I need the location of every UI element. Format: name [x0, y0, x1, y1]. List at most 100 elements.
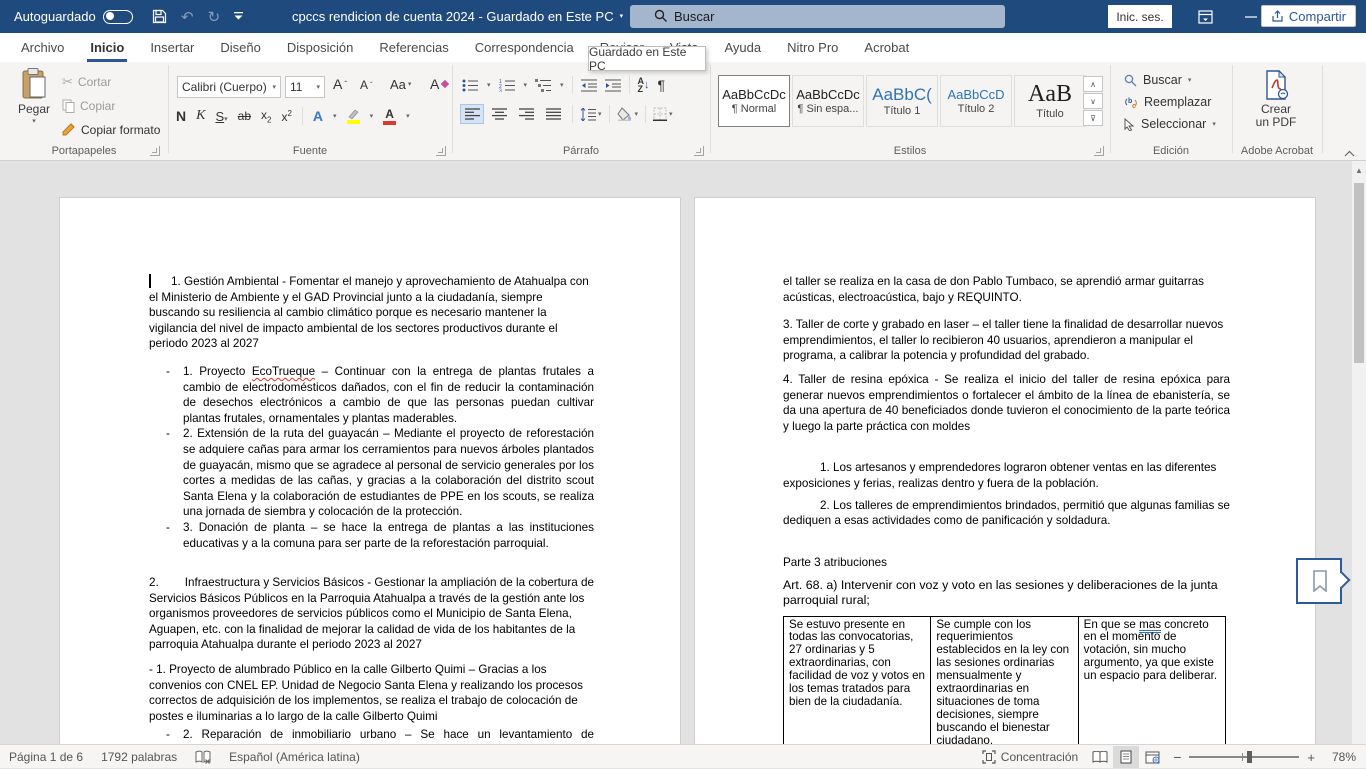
clipboard-group-label: Portapapeles — [0, 145, 168, 157]
highlight-button[interactable] — [347, 109, 360, 124]
clear-formatting-button[interactable]: A — [430, 76, 450, 92]
tab-ayuda[interactable]: Ayuda — [711, 33, 774, 62]
line-spacing-button[interactable]: ▾ — [580, 108, 602, 121]
select-button[interactable]: Seleccionar▾ — [1124, 117, 1216, 131]
zoom-thumb[interactable] — [1247, 751, 1252, 763]
create-pdf-button[interactable]: Crear un PDF — [1242, 70, 1310, 129]
save-icon[interactable] — [152, 9, 167, 24]
styles-dialog-launcher[interactable] — [1094, 146, 1104, 156]
editing-group-label: Edición — [1110, 145, 1232, 157]
style-t-tulo-1[interactable]: AaBbC(Título 1 — [866, 75, 938, 127]
shading-button[interactable]: ▾ — [617, 107, 639, 121]
vertical-scrollbar[interactable]: ▲ — [1352, 161, 1366, 744]
zoom-percentage[interactable]: 78% — [1323, 745, 1360, 769]
grow-font-button[interactable]: Aˆ — [333, 76, 347, 92]
clipboard-dialog-launcher[interactable] — [150, 146, 160, 156]
ribbon-display-options-icon[interactable] — [1190, 0, 1220, 33]
scrollbar-thumb[interactable] — [1354, 183, 1364, 363]
language-indicator[interactable]: Español (América latina) — [220, 745, 369, 769]
tab-correspondencia[interactable]: Correspondencia — [462, 33, 587, 62]
read-mode-button[interactable] — [1087, 746, 1113, 768]
align-left-button[interactable] — [460, 104, 484, 124]
styles-scroll-down-icon[interactable]: ∨ — [1083, 93, 1103, 109]
resume-reading-bookmark[interactable] — [1296, 558, 1342, 604]
scroll-up-icon[interactable]: ▲ — [1352, 163, 1366, 177]
tab-insertar[interactable]: Insertar — [137, 33, 207, 62]
strikethrough-button[interactable]: ab — [238, 109, 251, 123]
font-name-combo[interactable]: Calibri (Cuerpo)▾ — [177, 76, 281, 98]
collapse-ribbon-icon[interactable] — [1344, 150, 1355, 157]
copy-button[interactable]: Copiar — [62, 96, 115, 116]
underline-button[interactable]: S▾ — [215, 109, 227, 124]
style--sin-espa-[interactable]: AaBbCcDc¶ Sin espa... — [792, 75, 864, 127]
table-cell[interactable]: Se estuvo presente en todas las convocat… — [784, 616, 931, 744]
paragraph-dialog-launcher[interactable] — [694, 146, 704, 156]
document-title[interactable]: cpccs rendicion de cuenta 2024 - Guardad… — [292, 0, 623, 33]
table-cell[interactable]: Se cumple con los requerimientos estable… — [931, 616, 1078, 744]
autosave-toggle[interactable] — [103, 10, 133, 24]
align-center-button[interactable] — [487, 104, 511, 124]
sort-button[interactable]: AZ↓ — [638, 77, 650, 93]
justify-button[interactable] — [541, 104, 565, 124]
redo-icon[interactable]: ↻ — [208, 8, 221, 26]
page-number-indicator[interactable]: Página 1 de 6 — [0, 745, 92, 769]
replace-button[interactable]: bc Reemplazar — [1124, 95, 1211, 109]
undo-icon[interactable]: ↶ — [181, 8, 194, 26]
tab-nitro-pro[interactable]: Nitro Pro — [774, 33, 851, 62]
tab-acrobat[interactable]: Acrobat — [851, 33, 922, 62]
cut-button[interactable]: ✂Cortar — [62, 72, 111, 92]
text-effects-button[interactable]: A — [313, 108, 323, 124]
superscript-button[interactable]: x2 — [281, 109, 291, 124]
word-count-indicator[interactable]: 1792 palabras — [92, 745, 186, 769]
paragraph-group-label: Párrafo — [452, 145, 710, 157]
zoom-out-icon[interactable]: − — [1173, 749, 1181, 765]
focus-mode-button[interactable]: Concentración — [973, 745, 1087, 769]
quick-access-toolbar-menu-icon[interactable] — [234, 12, 243, 21]
show-formatting-button[interactable]: ¶ — [658, 77, 666, 93]
paragraph: 4. Taller de resina epóxica - Se realiza… — [783, 372, 1230, 434]
change-case-button[interactable]: Aa▾ — [390, 77, 411, 92]
print-layout-button[interactable] — [1113, 746, 1139, 768]
share-button[interactable]: Compartir — [1261, 5, 1356, 27]
format-painter-button[interactable]: Copiar formato — [62, 120, 160, 140]
font-size-combo[interactable]: 11▾ — [285, 76, 325, 98]
find-button[interactable]: Buscar▾ — [1124, 73, 1191, 87]
multilevel-list-button[interactable] — [535, 79, 552, 92]
zoom-slider[interactable]: − + — [1173, 749, 1315, 765]
sign-in-button[interactable]: Inic. ses. — [1108, 5, 1172, 28]
bullets-button[interactable] — [462, 79, 479, 92]
align-right-button[interactable] — [514, 104, 538, 124]
page-2[interactable]: el taller se realiza en la casa de don P… — [694, 197, 1316, 744]
zoom-in-icon[interactable]: + — [1307, 750, 1315, 765]
shrink-font-button[interactable]: Aˇ — [360, 78, 373, 92]
style-t-tulo-2[interactable]: AaBbCcDTítulo 2 — [940, 75, 1012, 127]
page-1[interactable]: 1. Gestión Ambiental - Fomentar el manej… — [59, 197, 681, 744]
styles-scroll-up-icon[interactable]: ∧ — [1083, 76, 1103, 92]
tab-dise-o[interactable]: Diseño — [207, 33, 273, 62]
paste-button[interactable]: Pegar ▾ — [10, 68, 58, 125]
tab-disposici-n[interactable]: Disposición — [274, 33, 366, 62]
attributions-table[interactable]: Se estuvo presente en todas las convocat… — [783, 616, 1226, 745]
decrease-indent-button[interactable] — [581, 79, 597, 92]
document-canvas[interactable]: 1. Gestión Ambiental - Fomentar el manej… — [0, 161, 1366, 744]
web-layout-button[interactable] — [1139, 746, 1165, 768]
style-t-tulo[interactable]: AaBTítulo — [1014, 75, 1086, 127]
style--normal[interactable]: AaBbCcDc¶ Normal — [718, 75, 790, 127]
autosave-control[interactable]: Autoguardado — [14, 0, 133, 33]
subscript-button[interactable]: x2 — [261, 108, 271, 124]
search-input[interactable]: Buscar — [630, 5, 1005, 28]
borders-button[interactable]: ▾ — [653, 107, 673, 121]
font-color-button[interactable]: A — [383, 108, 396, 125]
bold-button[interactable]: N — [176, 108, 186, 124]
tab-archivo[interactable]: Archivo — [8, 33, 77, 62]
paragraph: - 1. Proyecto de alumbrado Público en la… — [149, 662, 594, 724]
proofing-errors-icon[interactable] — [186, 745, 220, 769]
tab-referencias[interactable]: Referencias — [366, 33, 461, 62]
styles-more-icon[interactable]: ⊽ — [1083, 110, 1103, 126]
tab-inicio[interactable]: Inicio — [77, 33, 137, 62]
italic-button[interactable]: K — [196, 108, 205, 124]
table-cell[interactable]: En que se mas concreto en el momento de … — [1078, 616, 1225, 744]
increase-indent-button[interactable] — [605, 79, 621, 92]
font-dialog-launcher[interactable] — [436, 146, 446, 156]
numbering-button[interactable]: 123 — [499, 79, 516, 92]
